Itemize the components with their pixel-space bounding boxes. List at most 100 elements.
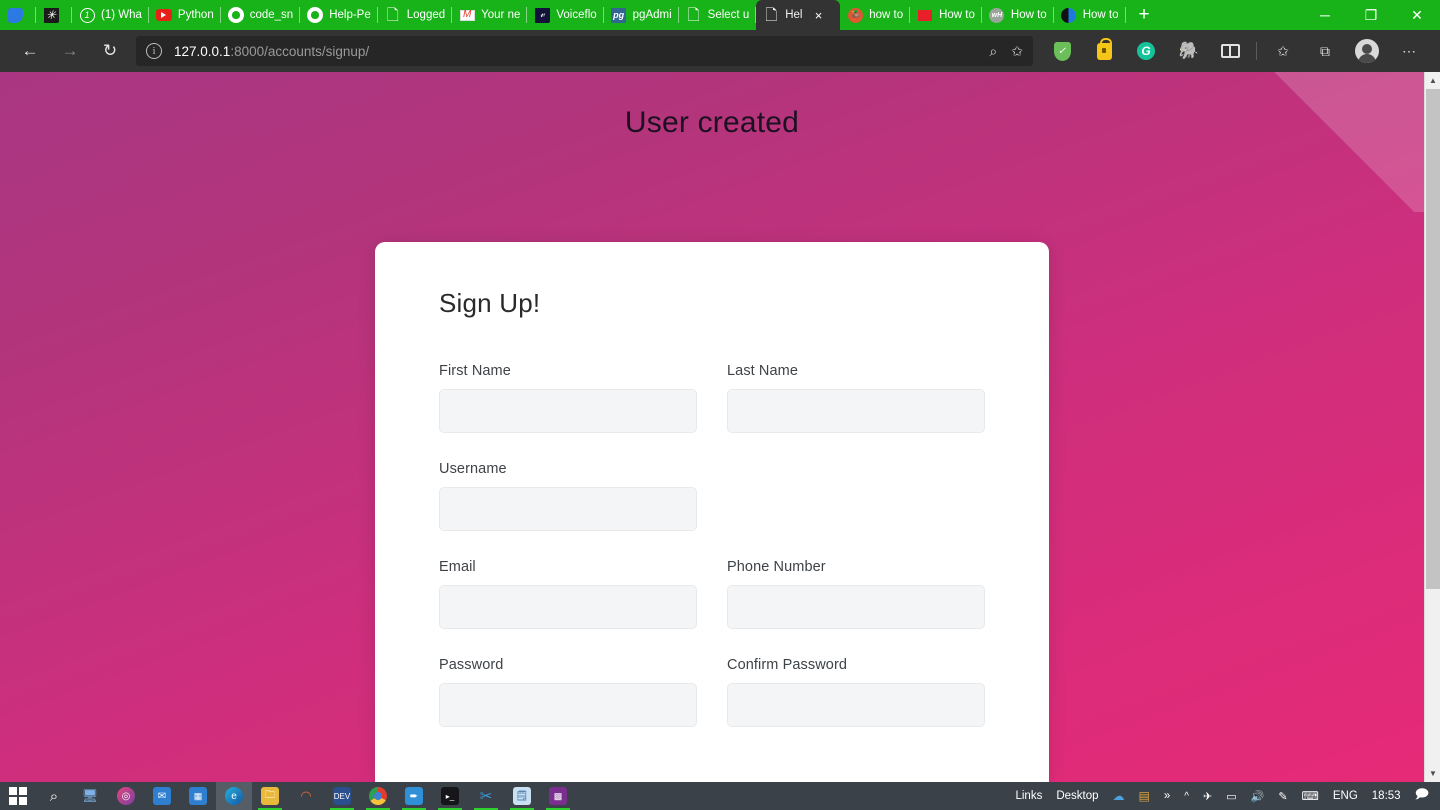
tab-13[interactable]: How to [910, 0, 982, 30]
label-username: Username [439, 461, 697, 477]
settings-more-icon[interactable]: ⋯ [1388, 35, 1430, 67]
tab-10[interactable]: 🗋 Select u [679, 0, 757, 30]
keyboard-icon[interactable]: ⌨ [1295, 782, 1326, 810]
tab-11-active[interactable]: 🗋 Hel × [756, 0, 840, 30]
confirm-password-input[interactable] [727, 683, 985, 727]
tab-1[interactable]: ✳ [36, 0, 72, 30]
volume-icon[interactable]: 🔊 [1244, 782, 1272, 810]
show-hidden-icons-chevron[interactable]: » [1157, 782, 1177, 810]
dashlane-lock-icon[interactable] [1083, 35, 1125, 67]
tab-2[interactable]: 1 (1) Wha [72, 0, 149, 30]
pen-icon[interactable]: ✎ [1271, 782, 1294, 810]
tab-12[interactable]: 🦆 how to [840, 0, 910, 30]
vscode-icon[interactable]: ✂ [468, 782, 504, 810]
page-viewport: User created Sign Up! First Name Last Na… [0, 72, 1440, 782]
tab-label: How to [1011, 9, 1047, 21]
last-name-input[interactable] [727, 389, 985, 433]
evernote-icon[interactable]: 🐘 [1167, 35, 1209, 67]
forward-button[interactable]: → [50, 35, 90, 67]
tab-15[interactable]: How to [1054, 0, 1126, 30]
tab-9[interactable]: pg pgAdmi [604, 0, 679, 30]
tab-label: Your ne [481, 9, 520, 21]
site-info-icon[interactable]: i [146, 43, 162, 59]
back-button[interactable]: ← [10, 35, 50, 67]
search-icon[interactable]: ⌕ [36, 782, 72, 810]
devtool-icon[interactable]: DEV [324, 782, 360, 810]
tab-14[interactable]: wH How to [982, 0, 1054, 30]
corner-triangle-decoration [1264, 72, 1424, 212]
calendar-icon[interactable]: ▦ [180, 782, 216, 810]
toolbar-divider [1256, 42, 1257, 60]
address-bar[interactable]: i 127.0.0.1:8000/accounts/signup/ ⌕ ✩ [136, 36, 1033, 66]
battery-icon[interactable]: ▭ [1219, 782, 1243, 810]
favorite-star-icon[interactable]: ✩ [1011, 43, 1023, 60]
browser-toolbar: ← → ↻ i 127.0.0.1:8000/accounts/signup/ … [0, 30, 1440, 72]
notepad-icon[interactable]: 🗒 [504, 782, 540, 810]
network-icon[interactable]: ✈ [1196, 782, 1219, 810]
voiceflow-icon: 𝓋 [534, 7, 550, 23]
tab-0[interactable] [0, 0, 36, 30]
onedrive-icon[interactable]: ☁ [1106, 782, 1132, 810]
signup-form: First Name Last Name Username [439, 363, 987, 755]
browser-tab-strip: ✳ 1 (1) Wha Python code_sn Help-Pe 🗋 Log… [0, 0, 1440, 30]
blue-arrow-app-icon[interactable]: ➨ [396, 782, 432, 810]
scroll-up-button[interactable]: ▲ [1425, 72, 1440, 89]
edge-browser-icon[interactable]: e [216, 782, 252, 810]
clock[interactable]: 18:53 [1365, 782, 1408, 810]
tab-6[interactable]: 🗋 Logged [378, 0, 452, 30]
scrollbar-thumb[interactable] [1426, 89, 1440, 589]
moon-icon [1061, 7, 1077, 23]
tab-7[interactable]: M Your ne [452, 0, 527, 30]
screen: ✳ 1 (1) Wha Python code_sn Help-Pe 🗋 Log… [0, 0, 1440, 810]
label-confirm-password: Confirm Password [727, 657, 985, 673]
phone-number-input[interactable] [727, 585, 985, 629]
maximize-button[interactable]: ❐ [1348, 0, 1394, 30]
username-input[interactable] [439, 487, 697, 531]
password-input[interactable] [439, 683, 697, 727]
task-view-icon[interactable]: 🖥 [72, 782, 108, 810]
tab-8[interactable]: 𝓋 Voiceflo [527, 0, 603, 30]
minimize-button[interactable]: ─ [1302, 0, 1348, 30]
profile-avatar[interactable] [1346, 35, 1388, 67]
flash-message: User created [0, 106, 1424, 140]
action-center-icon[interactable]: 🗩 [1408, 782, 1436, 810]
file-explorer-icon[interactable]: 🗀 [252, 782, 288, 810]
desktop-toolbar-label[interactable]: Desktop [1049, 782, 1105, 810]
terminal-icon[interactable]: ▸_ [432, 782, 468, 810]
new-tab-button[interactable]: + [1126, 0, 1163, 30]
tab-3[interactable]: Python [149, 0, 221, 30]
start-button[interactable] [0, 782, 36, 810]
scroll-down-button[interactable]: ▼ [1425, 765, 1440, 782]
cortana-icon[interactable]: ◎ [108, 782, 144, 810]
tab-5[interactable]: Help-Pe [300, 0, 378, 30]
zoom-search-icon[interactable]: ⌕ [989, 43, 997, 60]
collections-icon[interactable]: ⧉ [1304, 35, 1346, 67]
adblock-shield-icon[interactable]: ✓ [1041, 35, 1083, 67]
language-indicator[interactable]: ENG [1326, 782, 1365, 810]
loading-app-icon[interactable]: ◠ [288, 782, 324, 810]
windows-taskbar: ⌕ 🖥 ◎ ✉ ▦ e 🗀 ◠ DEV ➨ ▸_ ✂ 🗒 ▩ Links Des… [0, 782, 1440, 810]
tab-label: pgAdmi [633, 9, 672, 21]
chrome-icon[interactable] [360, 782, 396, 810]
reload-button[interactable]: ↻ [90, 35, 130, 67]
scrollbar-track[interactable] [1425, 89, 1440, 765]
email-input[interactable] [439, 585, 697, 629]
system-tray: Links Desktop ☁ ▤ » ^ ✈ ▭ 🔊 ✎ ⌨ ENG 18:5… [1008, 782, 1440, 810]
read-aloud-book-icon[interactable] [1209, 35, 1251, 67]
duckduckgo-icon: 🦆 [847, 7, 863, 23]
label-password: Password [439, 657, 697, 673]
mail-icon[interactable]: ✉ [144, 782, 180, 810]
tab-close-icon[interactable]: × [811, 9, 825, 22]
first-name-input[interactable] [439, 389, 697, 433]
url-path: :8000/accounts/signup/ [230, 44, 369, 59]
winrar-icon[interactable]: ▩ [540, 782, 576, 810]
tab-label: How to [939, 9, 975, 21]
tray-app-icon[interactable]: ▤ [1132, 782, 1157, 810]
close-window-button[interactable]: ✕ [1394, 0, 1440, 30]
page-scrollbar[interactable]: ▲ ▼ [1424, 72, 1440, 782]
hidden-icons-arrow[interactable]: ^ [1177, 782, 1196, 810]
grammarly-icon[interactable]: G [1125, 35, 1167, 67]
links-toolbar-label[interactable]: Links [1008, 782, 1049, 810]
collections-favorites-icon[interactable]: ✩ [1262, 35, 1304, 67]
tab-4[interactable]: code_sn [221, 0, 300, 30]
